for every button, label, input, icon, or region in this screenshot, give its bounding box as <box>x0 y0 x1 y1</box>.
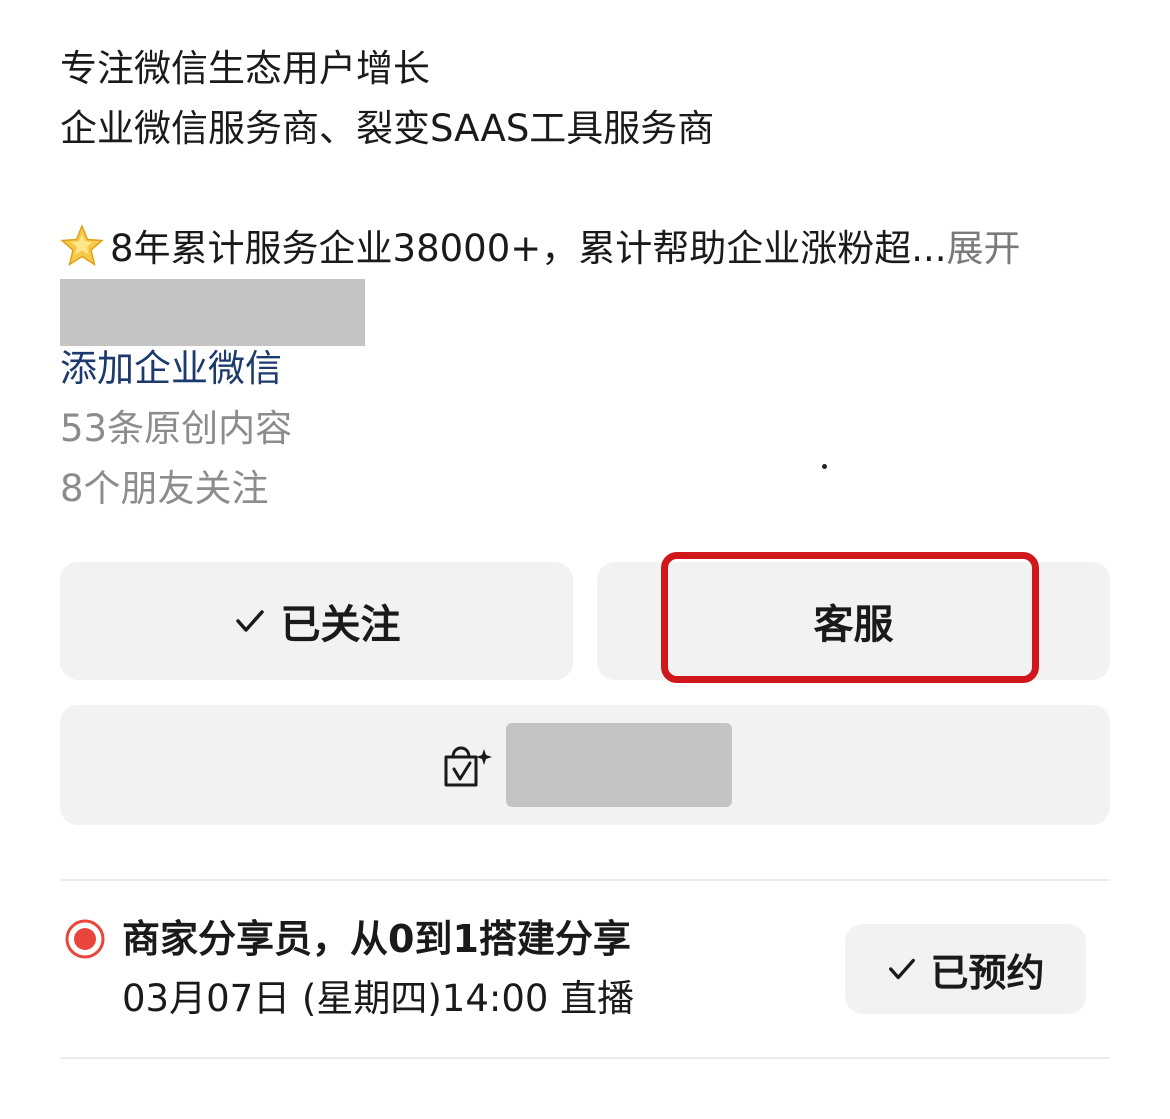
expand-link[interactable]: 展开 <box>947 227 1021 270</box>
reserved-label: 已预约 <box>930 950 1045 995</box>
add-wecom-link[interactable]: 添加企业微信 <box>60 341 282 397</box>
followed-label: 已关注 <box>280 602 401 648</box>
customer-service-button[interactable]: 客服 <box>597 562 1110 680</box>
divider-top <box>60 879 1110 881</box>
divider-bottom <box>60 1057 1110 1059</box>
highlight-text: 8年累计服务企业38000+，累计帮助企业涨粉超... <box>110 227 947 270</box>
shopping-bag-sparkle-icon <box>444 746 492 787</box>
original-content-count[interactable]: 53条原创内容 <box>60 401 292 457</box>
check-icon <box>235 610 264 632</box>
highlight-line: 8年累计服务企业38000+，累计帮助企业涨粉超...展开 <box>60 221 1021 277</box>
redacted-shop-label <box>506 723 732 807</box>
live-record-icon <box>65 919 105 959</box>
followed-button[interactable]: 已关注 <box>60 562 573 680</box>
reserved-button[interactable]: 已预约 <box>845 924 1086 1014</box>
star-emoji-icon <box>60 224 104 267</box>
friends-following[interactable]: 8个朋友关注 <box>60 461 269 517</box>
shop-button[interactable] <box>60 705 1110 825</box>
redacted-content <box>60 279 365 346</box>
live-title[interactable]: 商家分享员，从0到1搭建分享 <box>122 912 631 966</box>
customer-service-label: 客服 <box>813 602 894 648</box>
intro-line-2: 企业微信服务商、裂变SAAS工具服务商 <box>60 107 715 150</box>
check-icon <box>889 958 916 980</box>
live-time: 03月07日 (星期四)14:00 直播 <box>122 977 635 1020</box>
stray-dot <box>822 464 827 469</box>
intro-line-1: 专注微信生态用户增长 <box>60 47 430 90</box>
